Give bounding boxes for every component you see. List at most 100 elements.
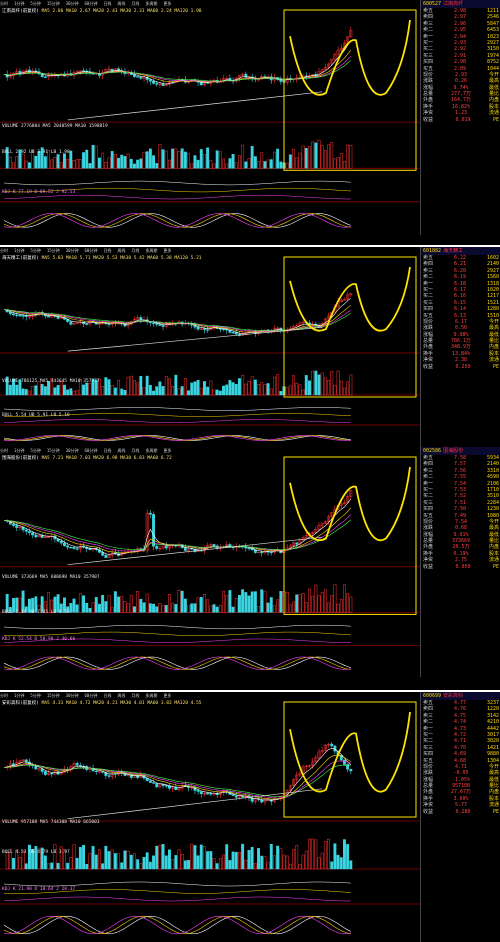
volume-bar — [222, 590, 225, 613]
highlight-box — [283, 701, 417, 818]
volume-bar — [187, 860, 190, 870]
volume-bar — [123, 601, 127, 613]
volume-bar — [292, 849, 295, 870]
volume-bar — [203, 154, 206, 169]
volume-bar — [349, 374, 353, 396]
volume-bar — [69, 388, 73, 396]
volume-bar — [298, 152, 302, 169]
volume-bar — [238, 595, 241, 613]
volume-bar — [47, 863, 50, 870]
volume-bar — [129, 158, 133, 169]
candle — [343, 759, 346, 765]
volume-bar — [209, 851, 213, 870]
volume-bar — [327, 838, 330, 870]
volume-bar — [171, 859, 175, 870]
candle — [47, 315, 50, 318]
volume-bar — [203, 593, 206, 613]
volume-bar — [98, 157, 101, 169]
candle — [152, 782, 155, 784]
quote-row: 收益 0.280 PE — [421, 809, 500, 815]
volume-bar — [72, 598, 76, 613]
volume-bar — [88, 383, 92, 396]
volume-bar — [152, 855, 155, 870]
volume-bar — [330, 142, 334, 169]
kline-chart-3[interactable] — [0, 447, 420, 677]
volume-bar — [228, 158, 232, 169]
volume-bar — [317, 374, 321, 396]
kline-chart-4[interactable] — [0, 692, 420, 942]
quote-price: 0.250 — [455, 363, 471, 370]
volume-bar — [152, 155, 155, 169]
volume-bar — [129, 594, 133, 613]
volume-bar — [228, 380, 232, 396]
volume-bar — [276, 148, 280, 169]
volume-bar — [107, 595, 111, 613]
volume-bar — [56, 154, 60, 169]
candle — [21, 315, 25, 317]
volume-bar — [346, 593, 350, 613]
candle — [349, 768, 353, 772]
volume-bar — [174, 148, 178, 169]
volume-bar — [136, 159, 140, 169]
candle — [183, 547, 187, 551]
volume-bar — [190, 843, 194, 870]
candle — [161, 83, 165, 86]
volume-bar — [314, 584, 318, 613]
volume-bar — [104, 377, 108, 396]
volume-bar — [269, 844, 273, 870]
volume-bar — [190, 382, 194, 396]
volume-bar — [298, 863, 302, 870]
highlight-box — [283, 256, 417, 398]
chart-panel-1: 分时 1分钟 5分钟 15分钟 30分钟 60分钟 日线 周线 月线 多周期 更多 江南高纤(前复权… — [0, 0, 500, 235]
candle — [139, 317, 143, 320]
volume-bar — [298, 384, 302, 396]
volume-bar — [78, 847, 82, 870]
volume-bar — [148, 603, 152, 613]
volume-bar — [171, 385, 175, 396]
volume-bar — [304, 850, 308, 870]
volume-bar — [212, 604, 216, 613]
volume-bar — [320, 592, 324, 613]
volume-bar — [193, 845, 197, 870]
volume-bar — [279, 391, 283, 396]
volume-bar — [177, 589, 181, 613]
volume-bar — [196, 597, 200, 613]
kline-chart-1[interactable] — [0, 0, 420, 235]
volume-bar — [66, 862, 70, 870]
volume-bar — [257, 384, 260, 396]
volume-bar — [187, 605, 190, 613]
candle — [152, 322, 155, 324]
volume-bar — [231, 382, 235, 396]
volume-bar — [285, 855, 289, 870]
highlight-box — [283, 9, 417, 171]
volume-bar — [209, 159, 213, 169]
candle — [196, 790, 200, 792]
stock-header[interactable]: 601882 海天精工 — [421, 247, 500, 255]
stock-header[interactable]: 600699 安彩高科 — [421, 692, 500, 700]
volume-bar — [263, 384, 267, 396]
volume-bar — [161, 149, 165, 169]
volume-bar — [56, 385, 60, 396]
candle — [28, 531, 31, 533]
volume-bar — [323, 589, 327, 613]
volume-bar — [234, 383, 238, 396]
volume-bar — [148, 148, 152, 169]
stock-header[interactable]: 002586 围海股份 — [421, 447, 500, 455]
volume-bar — [139, 863, 143, 870]
volume-bar — [123, 389, 127, 396]
volume-bar — [40, 384, 44, 396]
candle — [15, 314, 19, 316]
volume-bar — [177, 151, 181, 169]
volume-bar — [273, 605, 276, 613]
volume-bar — [155, 386, 159, 396]
volume-bar — [298, 594, 302, 613]
quote-qty: PE — [492, 563, 499, 570]
volume-bar — [164, 855, 168, 870]
volume-bar — [75, 857, 79, 870]
volume-bar — [43, 156, 47, 169]
volume-bar — [82, 844, 85, 870]
candle — [161, 784, 165, 786]
stock-header[interactable]: 600527 江南高纤 — [421, 0, 500, 8]
volume-bar — [349, 596, 353, 613]
volume-bar — [206, 599, 210, 613]
